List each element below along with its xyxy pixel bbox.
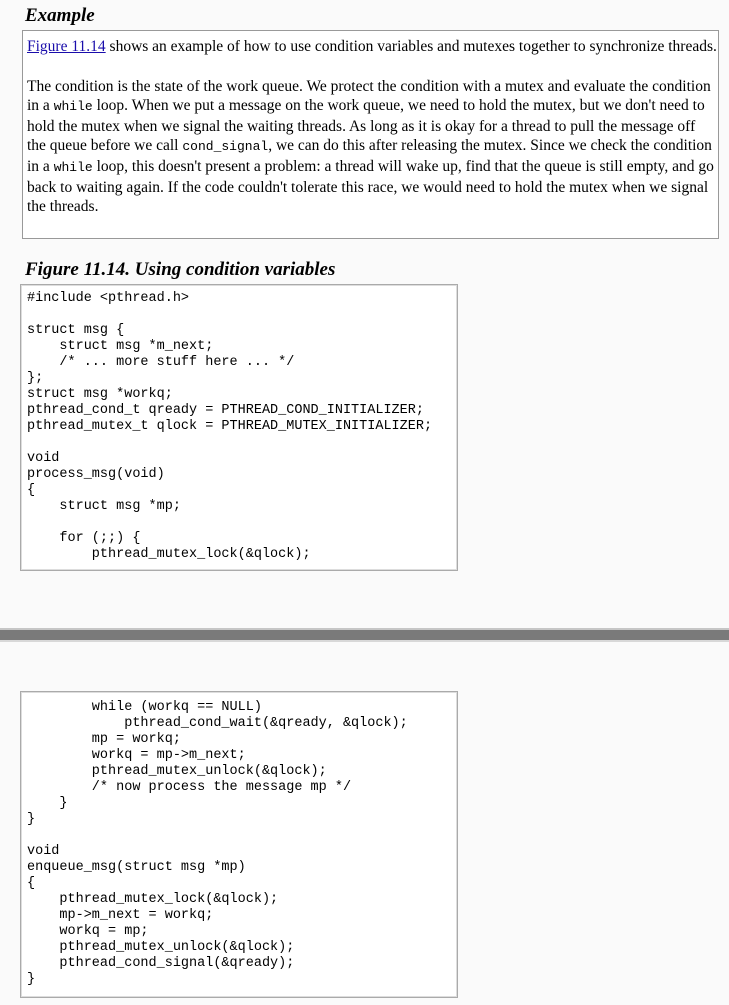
example-paragraph-1: Figure 11.14 shows an example of how to … bbox=[27, 37, 718, 57]
figure-caption: Figure 11.14. Using condition variables bbox=[25, 259, 336, 280]
code-line: }; bbox=[27, 371, 44, 386]
inline-code: while bbox=[53, 99, 93, 115]
example-paragraph-1-text: shows an example of how to use condition… bbox=[105, 38, 717, 55]
code-line: pthread_mutex_unlock(&qlock); bbox=[27, 940, 295, 955]
code-line: /* ... more stuff here ... */ bbox=[27, 355, 295, 370]
code-line: struct msg { bbox=[27, 323, 125, 338]
code-line: pthread_cond_t qready = PTHREAD_COND_INI… bbox=[27, 403, 424, 418]
code-line: } bbox=[27, 972, 36, 987]
code-line: #include <pthread.h> bbox=[27, 291, 190, 306]
code-line: mp->m_next = workq; bbox=[27, 908, 214, 923]
code-line: pthread_mutex_unlock(&qlock); bbox=[27, 764, 327, 779]
example-text-box: Figure 11.14 shows an example of how to … bbox=[22, 30, 719, 239]
inline-code: cond_signal bbox=[182, 139, 269, 155]
example-paragraph-2: The condition is the state of the work q… bbox=[27, 77, 718, 217]
code-line: pthread_cond_signal(&qready); bbox=[27, 956, 295, 971]
code-listing-part-2: while (workq == NULL) pthread_cond_wait(… bbox=[20, 691, 458, 998]
code-line: pthread_cond_wait(&qready, &qlock); bbox=[27, 716, 408, 731]
code-line: while (workq == NULL) bbox=[27, 700, 262, 715]
code-line: pthread_mutex_lock(&qlock); bbox=[27, 547, 311, 562]
code-line: workq = mp; bbox=[27, 924, 149, 939]
code-line: for (;;) { bbox=[27, 531, 141, 546]
code-line: struct msg *workq; bbox=[27, 387, 173, 402]
code-line: void bbox=[27, 844, 60, 859]
code-line: pthread_mutex_lock(&qlock); bbox=[27, 892, 279, 907]
figure-11-14-link[interactable]: Figure 11.14 bbox=[27, 38, 106, 55]
code-line: { bbox=[27, 876, 36, 891]
code-line: { bbox=[27, 483, 36, 498]
code-line: workq = mp->m_next; bbox=[27, 748, 246, 763]
page-break-separator bbox=[0, 628, 729, 642]
code-line: struct msg *mp; bbox=[27, 499, 181, 514]
code-line: struct msg *m_next; bbox=[27, 339, 214, 354]
code-line: /* now process the message mp */ bbox=[27, 780, 352, 795]
example-heading: Example bbox=[25, 5, 95, 26]
code-line: } bbox=[27, 812, 36, 827]
code-line: void bbox=[27, 451, 60, 466]
code-line: enqueue_msg(struct msg *mp) bbox=[27, 860, 246, 875]
code-line: process_msg(void) bbox=[27, 467, 165, 482]
code-line: } bbox=[27, 796, 68, 811]
code-line: mp = workq; bbox=[27, 732, 181, 747]
paragraph-text: loop, this doesn't present a problem: a … bbox=[27, 157, 714, 216]
code-listing-part-1: #include <pthread.h> struct msg { struct … bbox=[20, 284, 458, 571]
inline-code: while bbox=[53, 159, 93, 175]
code-line: pthread_mutex_t qlock = PTHREAD_MUTEX_IN… bbox=[27, 419, 433, 434]
